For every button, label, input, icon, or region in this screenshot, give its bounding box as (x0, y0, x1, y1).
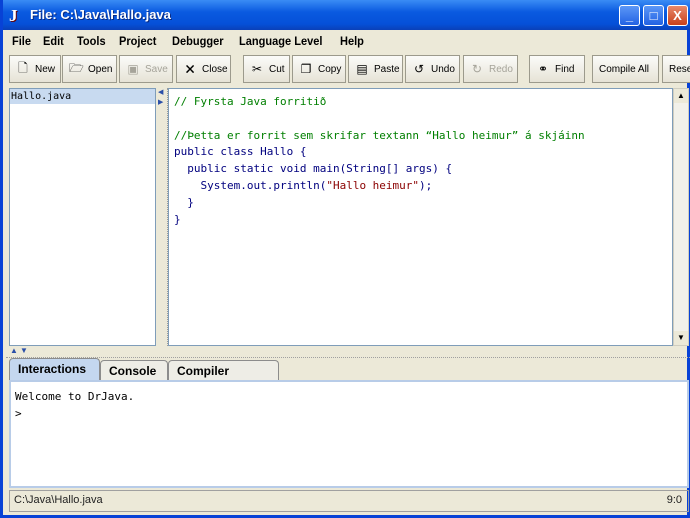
code-line: } (174, 195, 672, 212)
interactions-pane[interactable]: Welcome to DrJava. > (9, 380, 689, 488)
maximize-button[interactable]: □ (643, 5, 664, 26)
menu-bar: File Edit Tools Project Debugger Languag… (6, 30, 690, 52)
code-token-keyword: public class Hallo { (174, 145, 307, 159)
document-list: Hallo.java (9, 88, 156, 346)
code-token-keyword: } (174, 195, 194, 209)
arrow-up-icon[interactable]: ▲ (10, 346, 18, 355)
tab-console[interactable]: Console (100, 360, 168, 380)
code-line: //Þetta er forrit sem skrifar textann “H… (174, 128, 672, 145)
paste-icon: ▤ (356, 62, 368, 76)
close-button[interactable]: 🗙 Close (176, 55, 231, 83)
code-token-keyword: } (174, 212, 181, 226)
cut-button[interactable]: ✂ Cut (243, 55, 290, 83)
code-line: // Fyrsta Java forritið (174, 94, 672, 111)
button-label: Save (145, 63, 168, 75)
status-file-path: C:\Java\Hallo.java (14, 494, 103, 506)
menu-tools[interactable]: Tools (77, 34, 106, 48)
cursor-position: 9:0 (666, 494, 682, 506)
menu-project[interactable]: Project (119, 34, 156, 48)
code-token-keyword: System.out.println( (174, 178, 327, 192)
button-label: Redo (489, 63, 513, 75)
editor-vertical-scrollbar[interactable]: ▲ ▼ (673, 88, 689, 346)
drjava-j-icon: J (9, 6, 18, 25)
button-label: Paste (374, 63, 400, 75)
button-label: Cut (269, 63, 285, 75)
scroll-down-icon[interactable]: ▼ (674, 331, 688, 345)
code-line: public static void main(String[] args) { (174, 161, 672, 178)
menu-edit[interactable]: Edit (43, 34, 64, 48)
undo-button[interactable]: ↺ Undo (405, 55, 460, 83)
arrow-down-icon[interactable]: ▼ (20, 346, 28, 355)
window-title: File: C:\Java\Hallo.java (30, 7, 171, 22)
undo-icon: ↺ (413, 62, 425, 76)
new-button[interactable]: 🗋 New (9, 55, 61, 83)
document-item-hallo-java[interactable]: Hallo.java (10, 89, 155, 104)
button-label: Close (202, 63, 228, 75)
binoculars-icon: ⚭ (537, 62, 549, 76)
close-button[interactable]: X (667, 5, 688, 26)
button-label: Open (88, 63, 113, 75)
find-button[interactable]: ⚭ Find (529, 55, 585, 83)
redo-button[interactable]: ↻ Redo (463, 55, 518, 83)
tab-compiler-output[interactable]: Compiler Output (168, 360, 279, 392)
code-token-keyword: ); (419, 178, 433, 192)
button-label: New (35, 63, 56, 75)
interactions-welcome: Welcome to DrJava. (15, 390, 135, 403)
drjava-window: J File: C:\Java\Hallo.java _ □ X File Ed… (0, 0, 690, 518)
scissors-icon: ✂ (251, 62, 263, 76)
code-line: System.out.println("Hallo heimur"); (174, 178, 672, 195)
button-label: Find (555, 63, 575, 75)
button-label: Copy (318, 63, 342, 75)
menu-help[interactable]: Help (340, 34, 364, 48)
minimize-button[interactable]: _ (619, 5, 640, 26)
compile-all-button[interactable]: Compile All (592, 55, 659, 83)
copy-button[interactable]: ❐ Copy (292, 55, 346, 83)
open-folder-icon: 🗁 (69, 60, 84, 75)
copy-icon: ❐ (300, 62, 312, 76)
arrow-left-icon[interactable]: ◀ (158, 88, 163, 96)
scroll-up-icon[interactable]: ▲ (674, 89, 688, 103)
open-button[interactable]: 🗁 Open (62, 55, 117, 83)
horizontal-splitter[interactable]: ▲ ▼ (6, 346, 690, 358)
code-token-string: "Hallo heimur" (326, 178, 420, 192)
save-disk-icon: ▣ (127, 62, 139, 76)
reset-button[interactable]: Reset (662, 55, 690, 83)
title-bar: J File: C:\Java\Hallo.java _ □ X (3, 0, 690, 30)
code-editor[interactable]: // Fyrsta Java forritið //Þetta er forrit… (168, 88, 673, 346)
code-token-comment: // Fyrsta Java forritið (174, 95, 327, 108)
arrow-right-icon[interactable]: ▶ (158, 98, 163, 106)
bottom-tabs: Interactions Console Compiler Output (9, 358, 689, 392)
button-label: Reset (669, 63, 690, 75)
menu-debugger[interactable]: Debugger (172, 34, 224, 48)
code-token-keyword: public static void main(String[] args) { (174, 162, 453, 176)
redo-icon: ↻ (471, 62, 483, 76)
menu-language-level[interactable]: Language Level (239, 34, 322, 48)
status-bar: C:\Java\Hallo.java 9:0 (9, 490, 689, 512)
close-file-icon: 🗙 (185, 60, 195, 75)
menu-file[interactable]: File (12, 34, 31, 48)
button-label: Undo (431, 63, 455, 75)
toolbar: 🗋 New 🗁 Open ▣ Save 🗙 Close ✂ Cut ❐ Copy ▤ Paste ↺ Undo… (6, 52, 690, 86)
button-label: Compile All (599, 63, 650, 75)
vertical-splitter[interactable]: ◀ ▶ (156, 88, 168, 346)
save-button[interactable]: ▣ Save (119, 55, 173, 83)
interactions-prompt: > (15, 407, 22, 420)
code-line: public class Hallo { (174, 144, 672, 161)
code-line: } (174, 212, 672, 229)
new-file-icon: 🗋 (18, 60, 28, 75)
tab-interactions[interactable]: Interactions (9, 358, 100, 380)
code-token-comment: //Þetta er forrit sem skrifar textann “H… (174, 128, 585, 142)
paste-button[interactable]: ▤ Paste (348, 55, 403, 83)
